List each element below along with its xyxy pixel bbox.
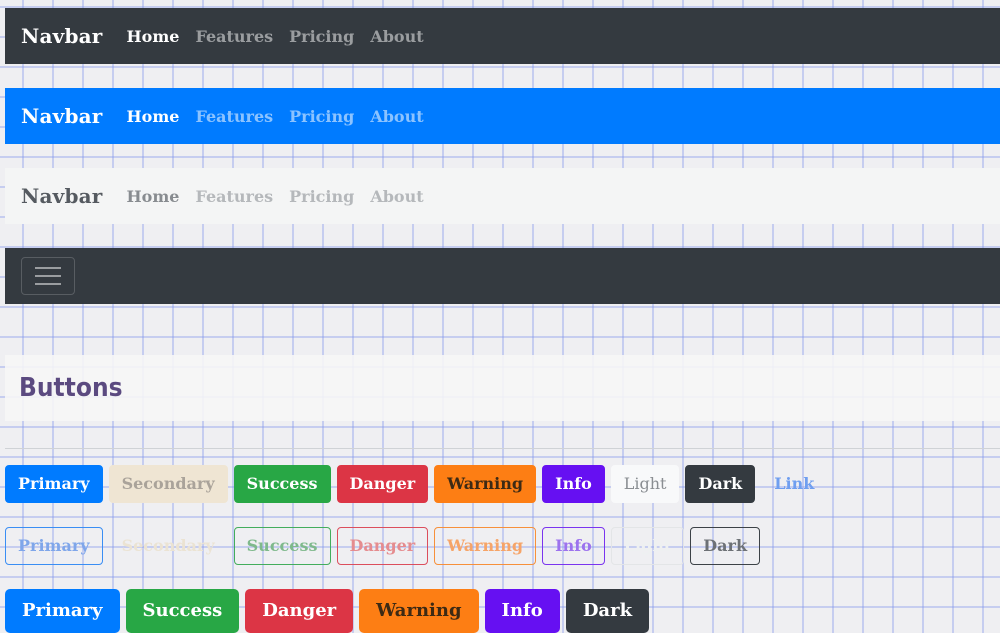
solid-button-row: Primary Secondary Success Danger Warning… (5, 465, 827, 503)
large-warning-button[interactable]: Warning (359, 589, 479, 633)
navbar-dark: Navbar Home Features Pricing About (5, 8, 1000, 64)
outline-primary-button[interactable]: Primary (5, 527, 103, 565)
nav-link-about[interactable]: About (370, 107, 423, 126)
link-button[interactable]: Link (761, 465, 827, 503)
nav-link-home[interactable]: Home (127, 187, 180, 206)
large-danger-button[interactable]: Danger (245, 589, 354, 633)
nav-link-pricing[interactable]: Pricing (289, 27, 354, 46)
nav-link-home[interactable]: Home (127, 107, 180, 126)
toggler-bar (35, 267, 61, 269)
dark-button[interactable]: Dark (685, 465, 756, 503)
nav-link-about[interactable]: About (370, 27, 423, 46)
nav-link-about[interactable]: About (370, 187, 423, 206)
nav-link-pricing[interactable]: Pricing (289, 187, 354, 206)
large-success-button[interactable]: Success (125, 589, 240, 633)
nav-link-features[interactable]: Features (195, 27, 273, 46)
danger-button[interactable]: Danger (336, 465, 429, 503)
nav-link-pricing[interactable]: Pricing (289, 107, 354, 126)
nav-link-home[interactable]: Home (127, 27, 180, 46)
outline-button-row: Primary Secondary Success Danger Warning… (5, 527, 761, 565)
nav-link-features[interactable]: Features (195, 107, 273, 126)
outline-secondary-button[interactable]: Secondary (109, 527, 228, 565)
toggler-bar (35, 283, 61, 285)
nav-link-features[interactable]: Features (195, 187, 273, 206)
light-button[interactable]: Light (610, 465, 680, 503)
secondary-button[interactable]: Secondary (108, 465, 228, 503)
large-button-row: Primary Success Danger Warning Info Dark (5, 589, 650, 633)
large-info-button[interactable]: Info (484, 589, 560, 633)
outline-light-button[interactable]: Light (610, 527, 685, 565)
large-dark-button[interactable]: Dark (565, 589, 650, 633)
outline-success-button[interactable]: Success (233, 527, 331, 565)
navbar-brand[interactable]: Navbar (21, 104, 103, 128)
outline-warning-button[interactable]: Warning (434, 527, 537, 565)
large-primary-button[interactable]: Primary (5, 589, 120, 633)
navbar-primary: Navbar Home Features Pricing About (5, 88, 1000, 144)
navbar-light: Navbar Home Features Pricing About (5, 168, 1000, 224)
divider (5, 448, 1000, 449)
outline-dark-button[interactable]: Dark (690, 527, 761, 565)
hamburger-menu-icon[interactable] (21, 257, 75, 295)
outline-danger-button[interactable]: Danger (336, 527, 429, 565)
toggler-bar (35, 275, 61, 277)
navbar-brand[interactable]: Navbar (21, 184, 103, 208)
warning-button[interactable]: Warning (434, 465, 537, 503)
info-button[interactable]: Info (542, 465, 605, 503)
outline-info-button[interactable]: Info (542, 527, 605, 565)
section-header: Buttons (5, 355, 1000, 421)
primary-button[interactable]: Primary (5, 465, 103, 503)
success-button[interactable]: Success (233, 465, 331, 503)
section-title: Buttons (19, 373, 123, 403)
navbar-brand[interactable]: Navbar (21, 24, 103, 48)
navbar-collapsed (5, 248, 1000, 304)
